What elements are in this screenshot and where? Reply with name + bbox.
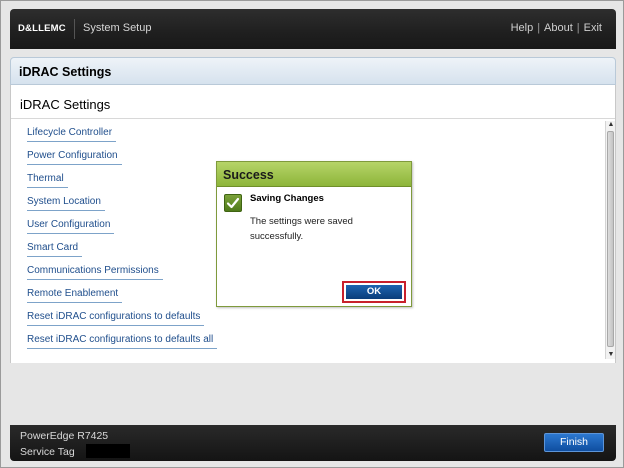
menu-item-smart-card[interactable]: Smart Card	[27, 242, 83, 257]
system-model: PowerEdge R7425	[20, 430, 109, 442]
app-frame: D&LLEMC System Setup Help | About | Exit iDR…	[0, 0, 624, 468]
dialog-message-title: Saving Changes	[250, 193, 324, 204]
section-divider	[11, 118, 615, 119]
header-divider	[74, 19, 75, 39]
dialog-header: Success	[217, 162, 411, 187]
vertical-scrollbar[interactable]: ▲ ▼	[605, 121, 615, 359]
menu-item-communications-permissions[interactable]: Communications Permissions	[27, 265, 163, 280]
menu-item-user-configuration[interactable]: User Configuration	[27, 219, 115, 234]
service-tag-label: Service Tag	[20, 446, 75, 458]
content-spacer	[10, 363, 616, 421]
help-link[interactable]: Help	[511, 22, 534, 34]
menu-item-remote-enablement[interactable]: Remote Enablement	[27, 288, 123, 303]
dell-emc-logo: D&LLEMC	[18, 23, 66, 34]
menu-item-thermal[interactable]: Thermal	[27, 173, 68, 188]
header-bar: D&LLEMC System Setup Help | About | Exit	[10, 9, 616, 49]
menu-item-reset-defaults[interactable]: Reset iDRAC configurations to defaults	[27, 311, 205, 326]
dialog-message-body: The settings were saved successfully.	[250, 216, 353, 242]
menu-item-system-location[interactable]: System Location	[27, 196, 105, 211]
about-link[interactable]: About	[544, 22, 573, 34]
menu-item-lifecycle-controller[interactable]: Lifecycle Controller	[27, 127, 117, 142]
link-separator: |	[537, 22, 541, 34]
dialog-title: Success	[223, 168, 274, 182]
header-links: Help | About | Exit	[511, 22, 602, 34]
service-tag-value-redacted	[86, 444, 130, 458]
success-dialog: Success Saving Changes The settings were…	[216, 161, 412, 307]
section-title: iDRAC Settings	[20, 97, 111, 112]
ok-button-highlight: OK	[342, 281, 406, 303]
success-check-icon	[224, 194, 242, 212]
scroll-up-arrow-icon[interactable]: ▲	[607, 121, 615, 129]
link-separator: |	[576, 22, 580, 34]
ok-button[interactable]: OK	[346, 285, 402, 299]
page-title-bar: iDRAC Settings	[10, 57, 616, 85]
footer-bar: PowerEdge R7425 Service Tag Finish	[10, 425, 616, 461]
finish-button[interactable]: Finish	[544, 433, 604, 452]
scroll-thumb[interactable]	[607, 131, 614, 347]
app-title: System Setup	[83, 22, 152, 34]
page-title: iDRAC Settings	[19, 65, 112, 79]
menu-item-reset-defaults-all[interactable]: Reset iDRAC configurations to defaults a…	[27, 334, 218, 349]
scroll-down-arrow-icon[interactable]: ▼	[607, 351, 615, 359]
exit-link[interactable]: Exit	[584, 22, 602, 34]
menu-item-power-configuration[interactable]: Power Configuration	[27, 150, 122, 165]
